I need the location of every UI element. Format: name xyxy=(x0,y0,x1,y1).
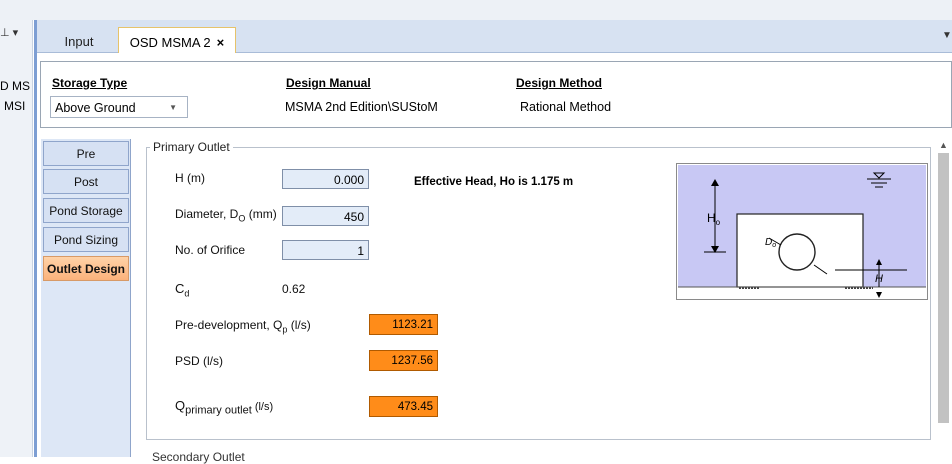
diameter-label: Diameter, DO (mm) xyxy=(175,207,277,224)
design-manual-value: MSMA 2nd Edition\SUStoM xyxy=(285,100,438,114)
secondary-outlet-title: Secondary Outlet xyxy=(152,450,245,464)
side-tab-outlet-design[interactable]: Outlet Design xyxy=(43,256,129,281)
orifice-count-label: No. of Orifice xyxy=(175,243,246,257)
predev-output: 1123.21 xyxy=(369,314,438,335)
storage-type-value: Above Ground xyxy=(55,101,136,115)
q-primary-output: 473.45 xyxy=(369,396,438,417)
left-panel-item[interactable]: D MS xyxy=(0,79,32,93)
h-input[interactable]: 0.000 xyxy=(282,169,369,189)
diameter-input[interactable]: 450 xyxy=(282,206,369,226)
tab-menu-chevron-icon[interactable]: ▼ xyxy=(942,30,952,41)
diagram-h-label: H xyxy=(875,273,883,285)
side-tab-pond-storage[interactable]: Pond Storage xyxy=(43,198,129,223)
cd-value: 0.62 xyxy=(282,282,306,296)
effective-head-text: Effective Head, Ho is 1.175 m xyxy=(414,176,574,188)
side-tab-label: Outlet Design xyxy=(46,262,125,276)
side-tab-label: Pond Sizing xyxy=(53,233,119,247)
side-tab-pre[interactable]: Pre xyxy=(43,141,129,166)
orifice-diagram-svg: Ho Do H xyxy=(678,165,926,298)
predev-label: Pre-development, Qp (l/s) xyxy=(175,318,311,335)
close-icon[interactable]: × xyxy=(217,35,225,50)
side-tab-post[interactable]: Post xyxy=(43,169,129,194)
chevron-down-icon: ▼ xyxy=(169,103,177,112)
psd-output: 1237.56 xyxy=(369,350,438,371)
scroll-up-icon[interactable]: ▲ xyxy=(939,140,948,150)
tab-input[interactable]: Input xyxy=(40,27,118,52)
tab-label: Input xyxy=(64,34,94,49)
storage-type-select[interactable]: Above Ground ▼ xyxy=(50,96,188,118)
orifice-diagram: Ho Do H xyxy=(676,163,928,300)
cd-label: Cd xyxy=(175,281,190,299)
storage-type-header: Storage Type xyxy=(52,76,128,90)
side-tab-label: Post xyxy=(73,175,98,189)
left-panel-item-label: D MS xyxy=(0,79,30,93)
design-manual-header: Design Manual xyxy=(286,76,371,90)
side-tab-pond-sizing[interactable]: Pond Sizing xyxy=(43,227,129,252)
side-tab-label: Pond Storage xyxy=(49,204,123,218)
left-panel-dropdown-icon[interactable]: ⊥ ▾ xyxy=(0,26,30,40)
side-tab-label: Pre xyxy=(76,147,96,161)
h-label: H (m) xyxy=(175,171,205,185)
scrollbar-thumb[interactable] xyxy=(938,153,949,423)
q-primary-label: Qprimary outlet (l/s) xyxy=(175,398,274,417)
top-bar xyxy=(0,0,952,20)
tab-osd-msma-2[interactable]: OSD MSMA 2 × xyxy=(118,27,236,53)
primary-outlet-title: Primary Outlet xyxy=(150,140,233,154)
left-panel-item-label: MSI xyxy=(4,99,26,113)
design-method-value: Rational Method xyxy=(520,100,612,114)
tab-label: OSD MSMA 2 xyxy=(129,35,211,50)
design-method-header: Design Method xyxy=(516,76,602,90)
orifice-count-input[interactable]: 1 xyxy=(282,240,369,260)
psd-label: PSD (l/s) xyxy=(175,354,223,368)
left-panel-item[interactable]: MSI xyxy=(4,99,36,113)
